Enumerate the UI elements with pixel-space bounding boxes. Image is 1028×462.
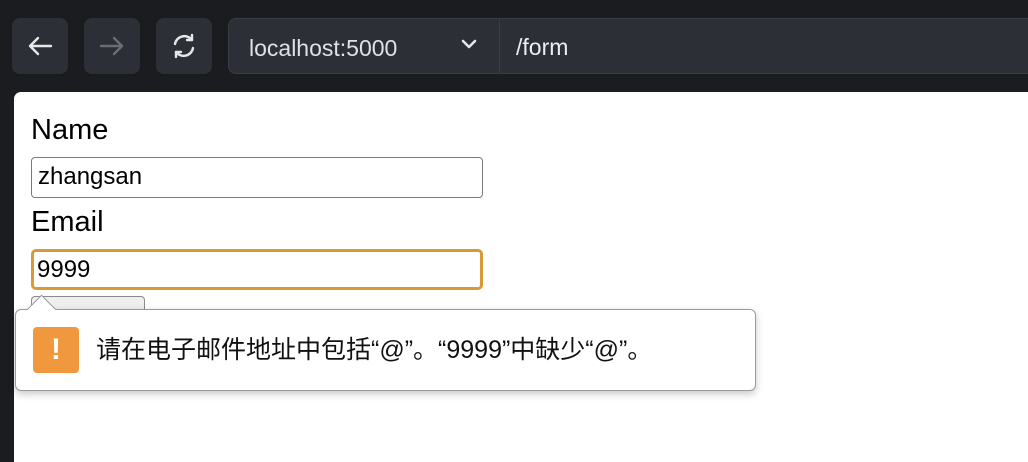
browser-toolbar: localhost:5000 /form	[0, 0, 1028, 92]
arrow-left-icon	[28, 36, 53, 56]
arrow-right-icon	[99, 36, 124, 56]
url-host[interactable]: localhost:5000	[249, 19, 397, 73]
email-field[interactable]: 9999	[31, 249, 483, 290]
address-bar[interactable]: localhost:5000 /form	[228, 18, 1028, 74]
url-divider	[499, 19, 500, 73]
forward-button[interactable]	[84, 18, 140, 74]
reload-icon	[173, 33, 195, 59]
chevron-down-icon[interactable]	[461, 38, 477, 50]
reload-button[interactable]	[156, 18, 212, 74]
email-label: Email	[31, 206, 104, 238]
back-button[interactable]	[12, 18, 68, 74]
name-field[interactable]: zhangsan	[31, 157, 483, 198]
validation-message: 请在电子邮件地址中包括“@”。“9999”中缺少“@”。	[96, 336, 653, 364]
validation-tooltip: ! 请在电子邮件地址中包括“@”。“9999”中缺少“@”。	[15, 294, 756, 391]
page-viewport: Name zhangsan Email 9999 ! 请在电子邮件地址中包括“@…	[14, 92, 1028, 462]
url-path[interactable]: /form	[516, 19, 568, 73]
name-label: Name	[31, 114, 109, 146]
warning-icon: !	[33, 327, 79, 373]
